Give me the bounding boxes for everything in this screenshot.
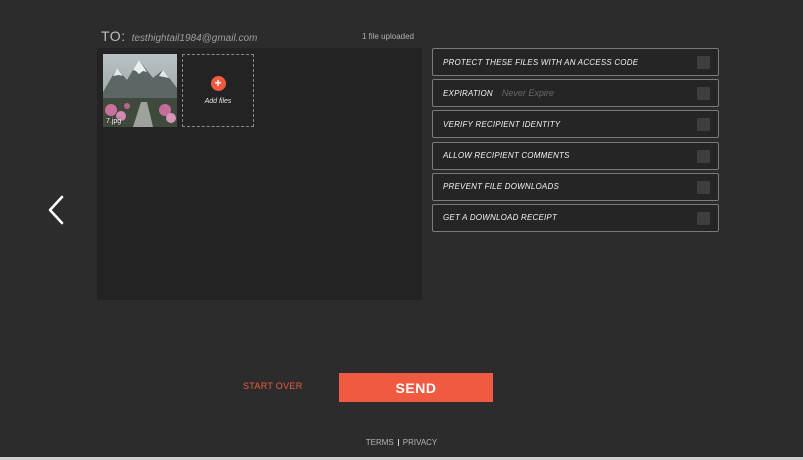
mountain-image (103, 54, 177, 127)
option-label: VERIFY RECIPIENT IDENTITY (443, 119, 561, 129)
file-thumbnail[interactable]: 7.jpg (103, 54, 177, 127)
option-prevent-downloads[interactable]: PREVENT FILE DOWNLOADS (432, 172, 719, 201)
file-name: 7.jpg (106, 118, 122, 125)
back-arrow-icon[interactable] (44, 194, 70, 226)
option-allow-comments[interactable]: ALLOW RECIPIENT COMMENTS (432, 141, 719, 170)
footer: TERMS PRIVACY (0, 438, 803, 447)
option-verify-identity[interactable]: VERIFY RECIPIENT IDENTITY (432, 110, 719, 139)
access-code-checkbox[interactable] (697, 56, 710, 69)
download-receipt-checkbox[interactable] (697, 211, 710, 225)
upload-status: 1 file uploaded (361, 32, 414, 41)
send-options: PROTECT THESE FILES WITH AN ACCESS CODE … (432, 48, 719, 235)
allow-comments-checkbox[interactable] (697, 149, 710, 163)
option-label: PROTECT THESE FILES WITH AN ACCESS CODE (443, 57, 639, 67)
prevent-downloads-checkbox[interactable] (697, 180, 710, 194)
expiration-value: Never Expire (501, 88, 554, 99)
add-icon: + (210, 76, 226, 91)
add-files-label: Add files (204, 98, 232, 105)
files-panel: 7.jpg + Add files (97, 48, 422, 300)
recipient-email[interactable]: testhightail1984@gmail.com (132, 33, 258, 44)
send-button[interactable]: SEND (339, 373, 493, 402)
option-label: ALLOW RECIPIENT COMMENTS (443, 151, 570, 161)
option-label: EXPIRATION (443, 88, 493, 98)
option-access-code[interactable]: PROTECT THESE FILES WITH AN ACCESS CODE (432, 48, 719, 76)
option-label: PREVENT FILE DOWNLOADS (443, 182, 559, 192)
privacy-link[interactable]: PRIVACY (403, 438, 438, 447)
add-files-button[interactable]: + Add files (182, 54, 254, 127)
to-label: TO: (101, 28, 126, 44)
option-expiration[interactable]: EXPIRATION Never Expire (432, 79, 719, 108)
option-download-receipt[interactable]: GET A DOWNLOAD RECEIPT (432, 203, 719, 232)
verify-identity-checkbox[interactable] (697, 118, 710, 132)
option-label: GET A DOWNLOAD RECEIPT (443, 213, 558, 223)
terms-link[interactable]: TERMS (366, 438, 394, 447)
footer-divider (397, 439, 399, 446)
expiration-checkbox[interactable] (697, 87, 710, 101)
start-over-link[interactable]: START OVER (243, 381, 303, 391)
